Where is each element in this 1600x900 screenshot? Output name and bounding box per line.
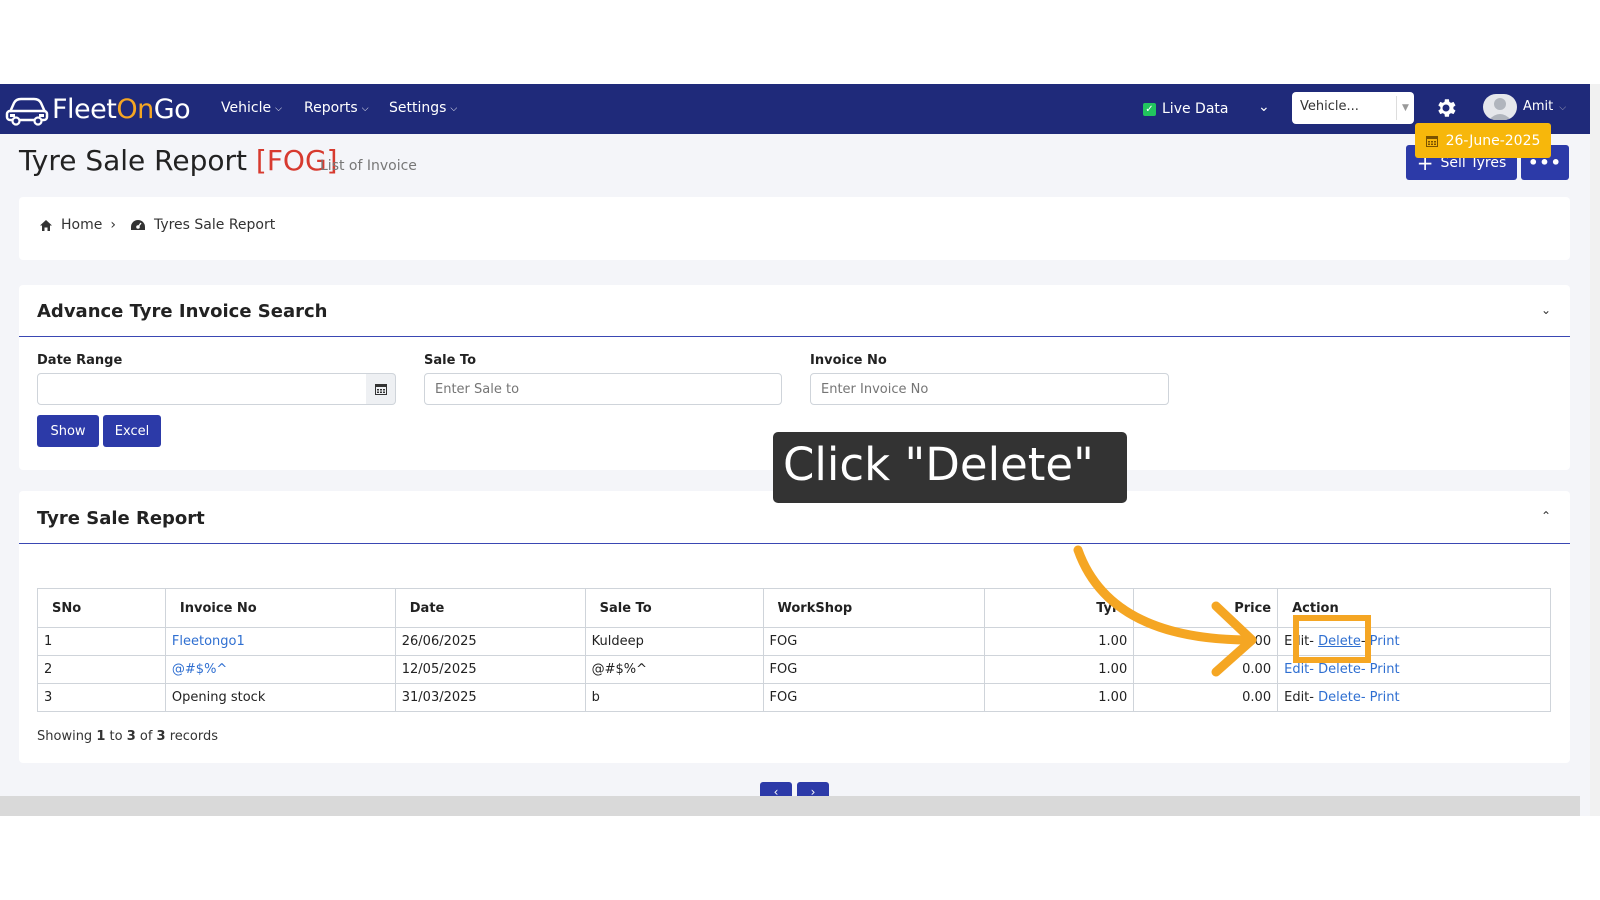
column-header[interactable]: Sale To: [584, 588, 764, 628]
delete-link[interactable]: Delete: [1318, 690, 1361, 705]
cell-tyre: 1.00: [984, 627, 1135, 656]
horizontal-scrollbar[interactable]: [0, 796, 1580, 816]
delete-highlight-box: [1293, 615, 1371, 663]
divider: [19, 543, 1570, 544]
column-header[interactable]: Tyre: [984, 588, 1135, 628]
chevron-up-icon[interactable]: ⌃: [1541, 509, 1551, 523]
edit-link[interactable]: Edit: [1284, 662, 1309, 677]
cell-workshop: FOG: [762, 627, 986, 656]
breadcrumb-separator: ›: [110, 217, 116, 233]
cell-sno: 3: [37, 683, 166, 712]
cell-date: 12/05/2025: [394, 655, 586, 684]
breadcrumb-current: Tyres Sale Report: [153, 217, 276, 233]
cell-tyre: 1.00: [984, 655, 1135, 684]
cell-sno: 2: [37, 655, 166, 684]
delete-link[interactable]: Delete: [1318, 662, 1361, 677]
breadcrumb: Home › Tyres Sale Report: [39, 217, 275, 233]
checkbox-checked-icon: ✓: [1143, 102, 1156, 116]
user-icon: [1488, 98, 1512, 120]
calendar-icon: [1425, 135, 1438, 147]
chevron-down-icon: ⌵: [275, 104, 282, 114]
records-summary: Showing 1 to 3 of 3 records: [37, 729, 219, 744]
page-subtitle: List of Invoice: [320, 158, 417, 174]
chevron-down-icon[interactable]: ⌄: [1258, 99, 1270, 115]
column-header[interactable]: SNo: [37, 588, 166, 628]
print-link[interactable]: Print: [1370, 662, 1400, 677]
page-title: Tyre Sale Report [FOG]: [19, 144, 338, 177]
nav-settings[interactable]: Settings ⌵: [389, 100, 457, 116]
cell-actions: Edit- Delete- Print: [1277, 683, 1551, 712]
column-header[interactable]: Date: [394, 588, 586, 628]
column-header[interactable]: Price: [1133, 588, 1279, 628]
calendar-button[interactable]: [366, 373, 396, 405]
excel-button[interactable]: Excel: [103, 415, 161, 447]
column-header[interactable]: Invoice No: [164, 588, 396, 628]
cell-sno: 1: [37, 627, 166, 656]
edit-link[interactable]: Edit: [1284, 690, 1309, 705]
home-icon: [40, 219, 52, 231]
nav-reports[interactable]: Reports ⌵: [304, 100, 369, 116]
date-range-label: Date Range: [37, 353, 123, 368]
sale-to-input[interactable]: [424, 373, 782, 405]
date-badge[interactable]: 26-June-2025: [1415, 123, 1551, 158]
top-navbar: FleetOnGo Vehicle ⌵ Reports ⌵ Settings ⌵ ✓ …: [0, 84, 1590, 134]
breadcrumb-card: Home › Tyres Sale Report: [19, 197, 1570, 260]
column-header[interactable]: WorkShop: [762, 588, 986, 628]
cell-tyre: 1.00: [984, 683, 1135, 712]
invoice-link[interactable]: @#$%^: [164, 655, 396, 684]
invoice-link[interactable]: Fleetongo1: [164, 627, 396, 656]
chevron-down-icon[interactable]: ⌄: [1541, 303, 1551, 317]
cell-price: 0.00: [1133, 655, 1279, 684]
vehicle-select[interactable]: Vehicle... ▼: [1292, 92, 1414, 124]
cell-sale-to: Kuldeep: [584, 627, 764, 656]
dashboard-icon: [130, 220, 145, 230]
chevron-down-icon: ⌵: [361, 104, 369, 114]
breadcrumb-home[interactable]: Home: [61, 217, 102, 233]
cell-sale-to: @#$%^: [584, 655, 764, 684]
cell-workshop: FOG: [762, 683, 986, 712]
divider: [19, 336, 1570, 337]
instruction-tooltip: Click "Delete": [773, 432, 1127, 503]
vertical-scrollbar[interactable]: [1590, 84, 1600, 816]
invoice-link[interactable]: Opening stock: [164, 683, 396, 712]
nav-vehicle[interactable]: Vehicle ⌵: [221, 100, 282, 116]
invoice-no-label: Invoice No: [810, 353, 887, 368]
cell-sale-to: b: [584, 683, 764, 712]
cell-date: 31/03/2025: [394, 683, 586, 712]
report-card-title: Tyre Sale Report: [37, 508, 205, 529]
chevron-down-icon: ▼: [1396, 96, 1414, 120]
sale-to-label: Sale To: [424, 353, 477, 368]
chevron-down-icon: ⌵: [450, 104, 458, 114]
brand-name: FleetOnGo: [52, 93, 191, 125]
car-logo-icon: [5, 97, 49, 126]
table-row: 3 Opening stock 31/03/2025 b FOG 1.00 0.…: [37, 683, 1551, 712]
calendar-icon: [374, 384, 387, 395]
user-menu[interactable]: Amit ⌵: [1523, 99, 1566, 114]
brand-logo[interactable]: FleetOnGo: [4, 90, 191, 128]
avatar[interactable]: [1483, 94, 1517, 120]
cell-price: 0.00: [1133, 683, 1279, 712]
gear-icon[interactable]: [1434, 96, 1458, 120]
cell-date: 26/06/2025: [394, 627, 586, 656]
invoice-no-input[interactable]: [810, 373, 1169, 405]
chevron-down-icon: ⌵: [1559, 102, 1567, 113]
live-data-toggle[interactable]: ✓ Live Data: [1143, 101, 1228, 117]
cell-workshop: FOG: [762, 655, 986, 684]
print-link[interactable]: Print: [1370, 690, 1400, 705]
date-range-input[interactable]: [37, 373, 367, 405]
search-card-title: Advance Tyre Invoice Search: [37, 301, 328, 322]
print-link[interactable]: Print: [1370, 634, 1400, 649]
cell-price: 0.00: [1133, 627, 1279, 656]
show-button[interactable]: Show: [37, 415, 99, 447]
